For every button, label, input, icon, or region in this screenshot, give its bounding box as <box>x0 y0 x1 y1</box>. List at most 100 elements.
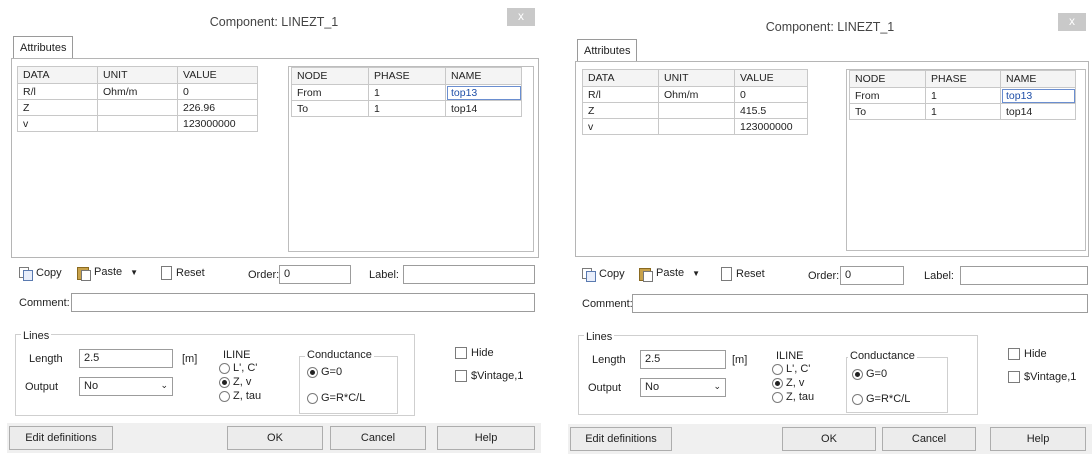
table-row[interactable]: Z 226.96 <box>17 99 258 116</box>
iline-option-zv[interactable]: Z, v <box>772 377 804 389</box>
iline-title: ILINE <box>223 349 251 361</box>
table-cell <box>97 115 178 132</box>
dialog-title: Component: LINEZT_1 <box>765 20 895 34</box>
node-name-cell[interactable]: top14 <box>445 100 522 117</box>
radio-label: G=0 <box>321 366 343 378</box>
conductance-option-grcl[interactable]: G=R*C/L <box>307 392 365 404</box>
table-row[interactable]: From 1 top13 <box>291 84 522 101</box>
radio-icon <box>219 390 230 402</box>
conductance-option-g0[interactable]: G=0 <box>307 366 342 378</box>
column-header: UNIT <box>97 66 178 84</box>
table-row[interactable]: From 1 top13 <box>849 87 1076 104</box>
tab-attributes[interactable]: Attributes <box>577 39 638 62</box>
radio-label: Z, tau <box>786 391 815 403</box>
conductance-option-g0[interactable]: G=0 <box>852 368 887 380</box>
conductance-option-grcl[interactable]: G=R*C/L <box>852 393 910 405</box>
dropdown-arrow-icon[interactable]: ▼ <box>692 269 700 278</box>
table-row[interactable]: Z 415.5 <box>582 102 808 119</box>
value-cell[interactable]: 123000000 <box>177 115 258 132</box>
value-cell[interactable]: 415.5 <box>734 102 808 119</box>
lines-group-title: Lines <box>21 330 52 342</box>
order-label: Order: <box>248 269 280 281</box>
table-cell: To <box>849 103 926 120</box>
output-select[interactable]: No ⌄ <box>640 378 726 397</box>
length-input[interactable]: 2.5 <box>79 349 173 368</box>
cancel-button[interactable]: Cancel <box>882 427 976 451</box>
checkbox-icon <box>455 347 467 359</box>
node-name-cell[interactable]: top13 <box>1000 87 1076 104</box>
paste-button[interactable]: Paste ▼ <box>76 265 138 281</box>
vintage-label: $Vintage,1 <box>1024 371 1077 383</box>
edit-definitions-button[interactable]: Edit definitions <box>9 426 113 450</box>
table-row[interactable]: R/l Ohm/m 0 <box>582 86 808 103</box>
table-row[interactable]: To 1 top14 <box>291 100 522 117</box>
paste-label: Paste <box>656 267 685 279</box>
conductance-title: Conductance <box>848 350 917 362</box>
dropdown-arrow-icon[interactable]: ▼ <box>130 268 138 277</box>
radio-icon <box>219 362 230 374</box>
table-row[interactable]: v 123000000 <box>582 118 808 135</box>
ok-button[interactable]: OK <box>782 427 876 451</box>
iline-option-lc[interactable]: L', C' <box>772 363 810 375</box>
table-cell <box>658 118 735 135</box>
help-button[interactable]: Help <box>990 427 1086 451</box>
help-button[interactable]: Help <box>437 426 535 450</box>
label-input[interactable] <box>403 265 535 284</box>
node-name-cell[interactable]: top14 <box>1000 103 1076 120</box>
value-cell[interactable]: 123000000 <box>734 118 808 135</box>
table-row[interactable]: R/l Ohm/m 0 <box>17 83 258 100</box>
copy-icon <box>19 267 33 281</box>
table-row[interactable]: v 123000000 <box>17 115 258 132</box>
iline-option-lc[interactable]: L', C' <box>219 362 257 374</box>
column-header: PHASE <box>368 67 446 85</box>
table-cell: From <box>291 84 369 101</box>
table-row[interactable]: To 1 top14 <box>849 103 1076 120</box>
order-input[interactable]: 0 <box>279 265 351 284</box>
ok-button[interactable]: OK <box>227 426 323 450</box>
label-input[interactable] <box>960 266 1088 285</box>
order-input[interactable]: 0 <box>840 266 904 285</box>
hide-checkbox[interactable]: Hide <box>1008 348 1047 360</box>
paste-button[interactable]: Paste ▼ <box>638 266 700 282</box>
column-header: NAME <box>445 67 522 85</box>
table-header-row: NODE PHASE NAME <box>291 67 522 85</box>
comment-input[interactable] <box>71 293 535 312</box>
length-input[interactable]: 2.5 <box>640 350 726 369</box>
cancel-button[interactable]: Cancel <box>330 426 426 450</box>
column-header: DATA <box>17 66 98 84</box>
node-name-cell[interactable]: top13 <box>445 84 522 101</box>
column-header: NODE <box>291 67 369 85</box>
value-cell[interactable]: 0 <box>734 86 808 103</box>
nodes-panel: NODE PHASE NAME From 1 top13 To 1 top14 <box>846 69 1086 251</box>
table-cell: R/l <box>582 86 659 103</box>
table-cell: v <box>582 118 659 135</box>
reset-button[interactable]: Reset <box>721 267 765 281</box>
vintage-checkbox[interactable]: $Vintage,1 <box>455 370 523 382</box>
table-cell: R/l <box>17 83 98 100</box>
hide-label: Hide <box>471 347 494 359</box>
tab-attributes[interactable]: Attributes <box>13 36 74 59</box>
copy-button[interactable]: Copy <box>582 268 625 282</box>
iline-option-ztau[interactable]: Z, tau <box>772 391 814 403</box>
nodes-panel: NODE PHASE NAME From 1 top13 To 1 top14 <box>288 66 534 252</box>
output-select[interactable]: No ⌄ <box>79 377 173 396</box>
copy-button[interactable]: Copy <box>19 267 62 281</box>
label-label: Label: <box>369 269 399 281</box>
hide-checkbox[interactable]: Hide <box>455 347 494 359</box>
column-header: VALUE <box>734 69 808 87</box>
table-cell: Z <box>17 99 98 116</box>
comment-input[interactable] <box>632 294 1088 313</box>
edit-definitions-button[interactable]: Edit definitions <box>570 427 672 451</box>
iline-option-zv[interactable]: Z, v <box>219 376 251 388</box>
iline-option-ztau[interactable]: Z, tau <box>219 390 261 402</box>
value-cell[interactable]: 226.96 <box>177 99 258 116</box>
radio-icon <box>772 363 783 375</box>
table-cell: v <box>17 115 98 132</box>
vintage-checkbox[interactable]: $Vintage,1 <box>1008 371 1076 383</box>
value-cell[interactable]: 0 <box>177 83 258 100</box>
reset-button[interactable]: Reset <box>161 266 205 280</box>
table-cell: 1 <box>925 103 1001 120</box>
close-button[interactable]: x <box>1058 13 1086 31</box>
table-cell: 1 <box>925 87 1001 104</box>
close-button[interactable]: x <box>507 8 535 26</box>
